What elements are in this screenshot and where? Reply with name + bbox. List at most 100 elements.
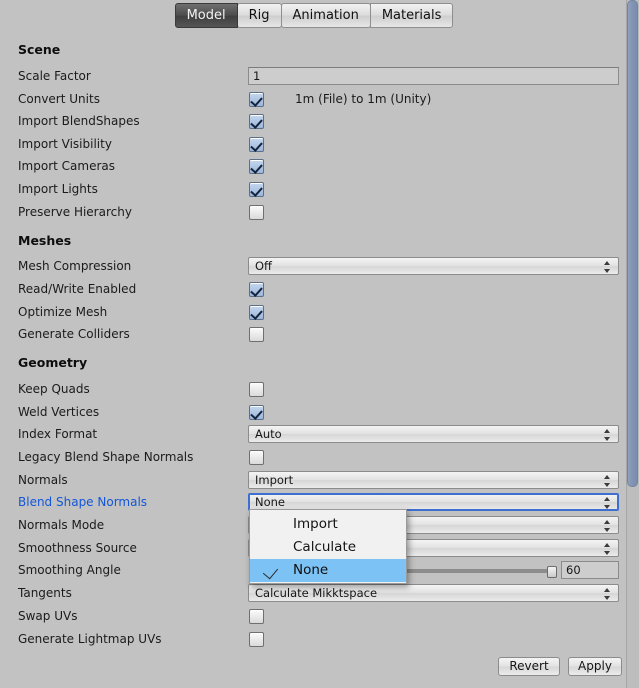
import-cameras-checkbox[interactable] — [249, 159, 264, 174]
import-visibility-label: Import Visibility — [18, 137, 112, 151]
import-lights-label: Import Lights — [18, 182, 98, 196]
swap-uvs-checkbox[interactable] — [249, 609, 264, 624]
tab-model-label: Model — [186, 8, 226, 23]
settings-content: Scene Scale Factor 1 Convert Units 1m (F… — [0, 32, 627, 688]
tangents-dropdown[interactable]: Calculate Mikktspace — [248, 584, 619, 602]
keep-quads-checkbox[interactable] — [249, 382, 264, 397]
row-convert-units: Convert Units 1m (File) to 1m (Unity) — [0, 89, 627, 111]
tab-rig[interactable]: Rig — [236, 3, 282, 28]
revert-button[interactable]: Revert — [498, 657, 560, 676]
normals-dropdown[interactable]: Import — [248, 471, 619, 489]
read-write-enabled-checkbox[interactable] — [249, 282, 264, 297]
checkmark-icon — [262, 563, 279, 580]
blend-shape-normals-value: None — [255, 495, 286, 509]
tab-animation-label: Animation — [292, 8, 359, 23]
row-mesh-compression: Mesh Compression Off — [0, 256, 627, 278]
mesh-compression-label: Mesh Compression — [18, 259, 132, 273]
menu-item-import[interactable]: Import — [250, 513, 406, 536]
generate-colliders-checkbox[interactable] — [249, 327, 264, 342]
chevron-updown-icon — [604, 587, 611, 601]
blend-shape-normals-label: Blend Shape Normals — [18, 495, 148, 509]
tab-materials-label: Materials — [381, 8, 442, 23]
row-import-visibility: Import Visibility — [0, 134, 627, 156]
chevron-updown-icon — [604, 519, 611, 533]
smoothness-source-label: Smoothness Source — [18, 541, 137, 555]
menu-item-calculate-label: Calculate — [293, 539, 357, 555]
generate-lightmap-uvs-checkbox[interactable] — [249, 632, 264, 647]
convert-units-checkbox[interactable] — [249, 92, 264, 107]
menu-item-calculate[interactable]: Calculate — [250, 536, 406, 559]
row-generate-colliders: Generate Colliders — [0, 324, 627, 346]
row-tangents: Tangents Calculate Mikktspace — [0, 583, 627, 605]
row-weld-vertices: Weld Vertices — [0, 402, 627, 424]
optimize-mesh-checkbox[interactable] — [249, 305, 264, 320]
import-lights-checkbox[interactable] — [249, 182, 264, 197]
tangents-label: Tangents — [18, 586, 72, 600]
tab-animation[interactable]: Animation — [280, 3, 371, 28]
scene-header-label: Scene — [18, 42, 61, 57]
mesh-compression-dropdown[interactable]: Off — [248, 257, 619, 275]
row-keep-quads: Keep Quads — [0, 379, 627, 401]
optimize-mesh-label: Optimize Mesh — [18, 305, 108, 319]
row-optimize-mesh: Optimize Mesh — [0, 302, 627, 324]
mesh-compression-value: Off — [255, 259, 272, 273]
normals-label: Normals — [18, 473, 68, 487]
row-normals: Normals Import — [0, 470, 627, 492]
keep-quads-label: Keep Quads — [18, 382, 90, 396]
blend-shape-normals-dropdown-menu: Import Calculate None — [249, 509, 407, 584]
scale-factor-input[interactable]: 1 — [248, 67, 619, 85]
vertical-scrollbar-thumb[interactable] — [627, 0, 638, 487]
weld-vertices-checkbox[interactable] — [249, 405, 264, 420]
row-swap-uvs: Swap UVs — [0, 606, 627, 628]
chevron-updown-icon — [604, 260, 611, 274]
section-header-geometry: Geometry — [0, 352, 627, 374]
row-scale-factor: Scale Factor 1 — [0, 66, 627, 88]
row-generate-lightmap-uvs: Generate Lightmap UVs — [0, 629, 627, 651]
import-settings-tabbar: Model Rig Animation Materials — [0, 0, 627, 32]
tab-rig-label: Rig — [248, 8, 270, 23]
meshes-header-label: Meshes — [18, 233, 72, 248]
read-write-enabled-label: Read/Write Enabled — [18, 282, 137, 296]
chevron-updown-icon — [604, 428, 611, 442]
smoothing-angle-label: Smoothing Angle — [18, 563, 121, 577]
normals-mode-label: Normals Mode — [18, 518, 105, 532]
row-import-blendshapes: Import BlendShapes — [0, 111, 627, 133]
row-import-lights: Import Lights — [0, 179, 627, 201]
section-header-meshes: Meshes — [0, 230, 627, 252]
import-blendshapes-checkbox[interactable] — [249, 114, 264, 129]
menu-item-none-label: None — [293, 562, 329, 578]
preserve-hierarchy-label: Preserve Hierarchy — [18, 205, 132, 219]
weld-vertices-label: Weld Vertices — [18, 405, 100, 419]
geometry-header-label: Geometry — [18, 355, 88, 370]
tab-materials[interactable]: Materials — [369, 3, 454, 28]
import-blendshapes-label: Import BlendShapes — [18, 114, 140, 128]
chevron-updown-icon — [604, 542, 611, 556]
legacy-blend-shape-normals-checkbox[interactable] — [249, 450, 264, 465]
smoothing-angle-slider-knob[interactable] — [547, 566, 557, 578]
section-header-scene: Scene — [0, 39, 627, 61]
convert-units-label: Convert Units — [18, 92, 100, 106]
row-read-write-enabled: Read/Write Enabled — [0, 279, 627, 301]
chevron-updown-icon — [604, 474, 611, 488]
menu-item-import-label: Import — [293, 516, 338, 532]
legacy-blend-shape-normals-label: Legacy Blend Shape Normals — [18, 450, 194, 464]
unity-inspector-model-tab: Model Rig Animation Materials Scene Scal… — [0, 0, 639, 688]
menu-item-none[interactable]: None — [250, 559, 406, 582]
import-visibility-checkbox[interactable] — [249, 137, 264, 152]
preserve-hierarchy-checkbox[interactable] — [249, 205, 264, 220]
generate-colliders-label: Generate Colliders — [18, 327, 130, 341]
index-format-dropdown[interactable]: Auto — [248, 425, 619, 443]
vertical-scrollbar-track[interactable] — [626, 0, 639, 688]
tab-model[interactable]: Model — [174, 3, 238, 28]
row-import-cameras: Import Cameras — [0, 156, 627, 178]
smoothing-angle-input[interactable]: 60 — [561, 561, 619, 579]
tangents-value: Calculate Mikktspace — [255, 586, 378, 600]
scale-factor-label: Scale Factor — [18, 69, 91, 83]
chevron-updown-icon — [604, 496, 611, 510]
apply-button[interactable]: Apply — [568, 657, 622, 676]
row-legacy-blend-shape-normals: Legacy Blend Shape Normals — [0, 447, 627, 469]
swap-uvs-label: Swap UVs — [18, 609, 78, 623]
row-preserve-hierarchy: Preserve Hierarchy — [0, 202, 627, 224]
import-cameras-label: Import Cameras — [18, 159, 115, 173]
row-index-format: Index Format Auto — [0, 424, 627, 446]
